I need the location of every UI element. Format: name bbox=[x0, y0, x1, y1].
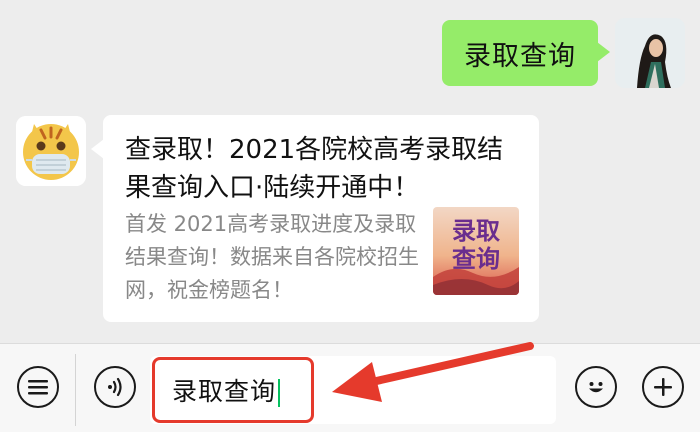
input-bar: 录取查询 bbox=[0, 343, 700, 432]
message-input[interactable]: 录取查询 bbox=[150, 356, 556, 424]
plus-icon[interactable] bbox=[642, 366, 684, 408]
article-card[interactable]: 查录取！2021各院校高考录取结果查询入口·陆续开通中！ 首发 2021高考录取… bbox=[91, 115, 539, 322]
article-title: 查录取！2021各院校高考录取结果查询入口·陆续开通中！ bbox=[125, 135, 504, 203]
bot-avatar[interactable] bbox=[16, 116, 86, 186]
thumbnail-text-line1: 录取 bbox=[452, 217, 500, 245]
outgoing-message-text: 录取查询 bbox=[464, 40, 576, 72]
message-input-value: 录取查询 bbox=[172, 372, 281, 408]
chat-area: 录取查询 查录取！2021各院校高考录取结果查询入口·陆续开通中！ 首发 202… bbox=[0, 0, 700, 343]
text-cursor bbox=[278, 379, 281, 407]
emoji-icon[interactable] bbox=[575, 366, 617, 408]
menu-list-icon[interactable] bbox=[17, 366, 59, 408]
article-thumbnail: 录取 查询 bbox=[433, 207, 519, 295]
voice-icon[interactable] bbox=[94, 366, 136, 408]
thumbnail-text-line2: 查询 bbox=[452, 245, 500, 273]
input-divider bbox=[75, 354, 76, 426]
user-avatar[interactable] bbox=[615, 18, 685, 88]
outgoing-message-bubble[interactable]: 录取查询 bbox=[442, 20, 610, 86]
article-description: 首发 2021高考录取进度及录取结果查询！数据来自各院校招生网，祝金榜题名！ bbox=[125, 212, 419, 302]
